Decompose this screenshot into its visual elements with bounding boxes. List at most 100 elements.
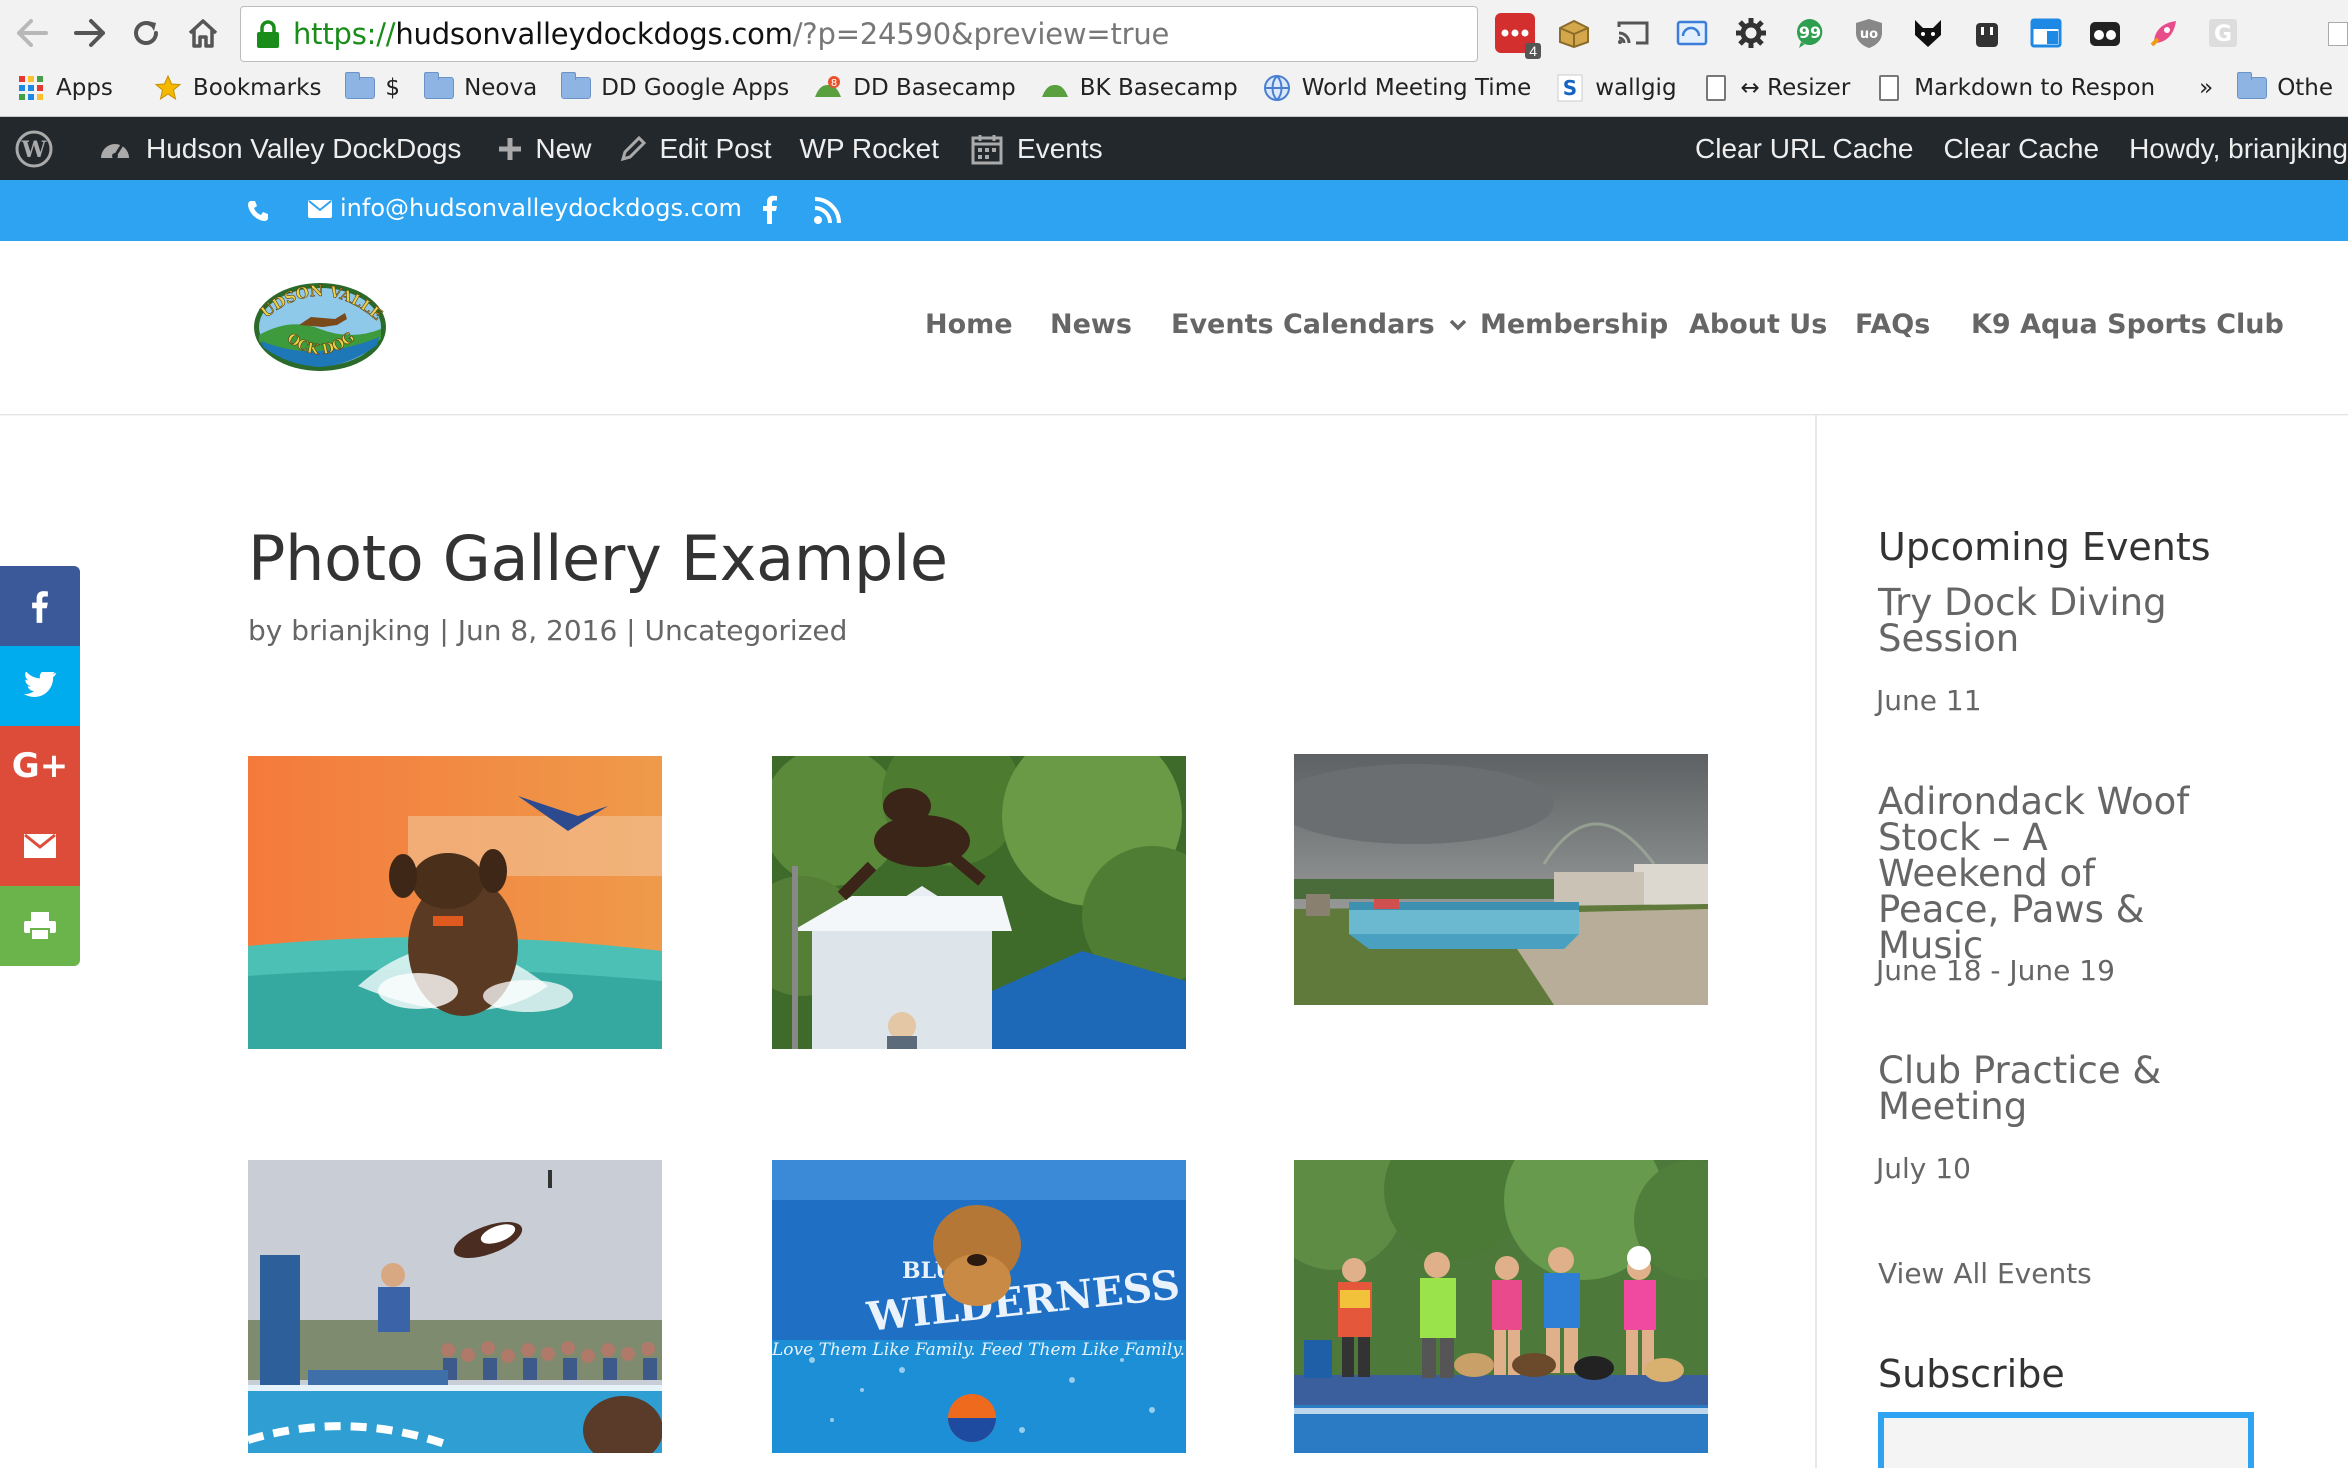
post-meta-separator: | xyxy=(617,614,645,647)
forward-arrow-icon[interactable] xyxy=(70,13,110,53)
clear-url-cache-link[interactable]: Clear URL Cache xyxy=(1681,117,1927,180)
folder-icon xyxy=(561,72,592,101)
ext-gear-icon[interactable] xyxy=(1731,13,1771,53)
ext-ublock-icon[interactable]: uo xyxy=(1849,13,1889,53)
page-icon xyxy=(1874,75,1904,101)
gallery-image-4[interactable] xyxy=(248,1160,662,1453)
nav-events-calendars-label: Events Calendars xyxy=(1171,309,1435,340)
basecamp-icon: 8 xyxy=(813,75,843,101)
wallgig-icon: S xyxy=(1555,74,1585,102)
ext-cast-icon[interactable] xyxy=(1613,13,1653,53)
ext-fox-icon[interactable] xyxy=(1908,13,1948,53)
svg-text:uo: uo xyxy=(1860,27,1878,42)
ext-box-icon[interactable] xyxy=(1554,13,1594,53)
events-link[interactable]: Events xyxy=(957,117,1117,180)
post-meta: by brianjking | Jun 8, 2016 | Uncategori… xyxy=(248,614,847,647)
gallery-image-2[interactable] xyxy=(772,756,1186,1049)
share-googleplus-button[interactable]: G+ xyxy=(0,726,80,806)
bookmark-dd-basecamp[interactable]: 8 DD Basecamp xyxy=(813,68,1016,108)
nav-about-us[interactable]: About Us xyxy=(1689,309,1827,340)
wp-logo-button[interactable]: W xyxy=(0,117,84,180)
bookmark-apps[interactable]: Apps xyxy=(16,68,113,108)
ext-glasses-icon[interactable] xyxy=(2085,13,2125,53)
nav-news[interactable]: News xyxy=(1050,309,1132,340)
site-logo[interactable]: HUDSON VALLEY DOCK DOGS xyxy=(251,279,389,375)
facebook-icon[interactable] xyxy=(762,194,778,224)
subscribe-email-input[interactable] xyxy=(1878,1412,2254,1468)
bookmark-world-meeting-time[interactable]: World Meeting Time xyxy=(1262,68,1531,108)
bookmark-markdown[interactable]: Markdown to Respon xyxy=(1874,68,2155,108)
email-icon xyxy=(23,833,57,859)
bookmark-label: » xyxy=(2199,75,2214,101)
event-date: June 11 xyxy=(1876,684,1982,717)
ext-rocket-icon[interactable] xyxy=(2144,13,2184,53)
account-menu[interactable]: Howdy, brianjking xyxy=(2113,117,2348,180)
bookmarks-overflow-button[interactable]: » xyxy=(2199,68,2213,108)
clear-url-cache-label: Clear URL Cache xyxy=(1695,132,1914,164)
ext-window-icon[interactable] xyxy=(1672,13,1712,53)
edit-post-link[interactable]: Edit Post xyxy=(605,117,785,180)
ext-plug-icon[interactable] xyxy=(1967,13,2007,53)
event-title-link[interactable]: Adirondack Woof Stock – A Weekend of Pea… xyxy=(1878,783,2208,964)
folder-icon xyxy=(345,72,376,101)
gallery-image-3[interactable] xyxy=(1294,754,1708,1005)
clear-cache-link[interactable]: Clear Cache xyxy=(1927,117,2113,180)
ext-quote-icon[interactable]: 99 xyxy=(1790,13,1830,53)
bookmark-bk-basecamp[interactable]: BK Basecamp xyxy=(1040,68,1238,108)
share-print-button[interactable] xyxy=(0,886,80,966)
svg-text:Love Them Like Family. Feed Th: Love Them Like Family. Feed Them Like Fa… xyxy=(772,1340,1185,1360)
home-icon[interactable] xyxy=(183,13,223,53)
rss-icon[interactable] xyxy=(814,196,842,224)
dashboard-icon xyxy=(98,134,132,164)
gallery-image-1[interactable] xyxy=(248,756,662,1049)
view-all-events-link[interactable]: View All Events xyxy=(1878,1257,2092,1290)
share-twitter-button[interactable] xyxy=(0,646,80,726)
folder-icon xyxy=(424,72,455,101)
bookmark-resizer[interactable]: ↔ Resizer xyxy=(1701,68,1850,108)
share-facebook-button[interactable] xyxy=(0,566,80,646)
bookmark-neova[interactable]: Neova xyxy=(424,68,537,108)
bookmark-other[interactable]: Othe xyxy=(2237,68,2333,108)
nav-events-calendars[interactable]: Events Calendars xyxy=(1171,309,1467,340)
event-title-link[interactable]: Try Dock Diving Session xyxy=(1878,584,2208,657)
bookmark-bookmarks[interactable]: Bookmarks xyxy=(153,68,321,108)
new-content-link[interactable]: New xyxy=(483,117,605,180)
bookmark-label: Apps xyxy=(56,75,113,101)
plus-icon xyxy=(497,136,523,162)
email-icon xyxy=(308,200,332,218)
nav-k9-aqua-sports-club[interactable]: K9 Aqua Sports Club xyxy=(1971,309,2284,340)
ext-lastpass-icon[interactable]: 4 xyxy=(1495,13,1541,59)
share-email-button[interactable] xyxy=(0,806,80,886)
reload-icon[interactable] xyxy=(126,13,166,53)
address-bar[interactable]: https://hudsonvalleydockdogs.com/?p=2459… xyxy=(240,6,1478,62)
gallery-image-6[interactable] xyxy=(1294,1160,1708,1453)
upcoming-events-heading: Upcoming Events xyxy=(1878,525,2211,569)
site-header: HUDSON VALLEY DOCK DOGS Home News Events… xyxy=(0,241,2348,415)
event-title-link[interactable]: Club Practice & Meeting xyxy=(1878,1052,2208,1125)
back-arrow-icon[interactable] xyxy=(12,13,52,53)
phone-icon[interactable] xyxy=(246,199,270,223)
nav-faqs[interactable]: FAQs xyxy=(1855,309,1930,340)
bookmark-dd-google-apps[interactable]: DD Google Apps xyxy=(561,68,789,108)
bookmark-wallgig[interactable]: S wallgig xyxy=(1555,68,1677,108)
page-icon xyxy=(1701,75,1731,101)
contact-email-link[interactable]: info@hudsonvalleydockdogs.com xyxy=(340,194,742,222)
new-label: New xyxy=(535,132,592,164)
gallery-image-5[interactable]: BLUE WILDERNESS Love Them Like Family. F… xyxy=(772,1160,1186,1453)
ext-badge: 4 xyxy=(1525,43,1541,59)
ext-overflow-icon[interactable] xyxy=(2328,22,2348,46)
post-title: Photo Gallery Example xyxy=(248,522,948,595)
post-meta-separator: | xyxy=(430,614,458,647)
wp-rocket-link[interactable]: WP Rocket xyxy=(786,117,954,180)
subscribe-heading: Subscribe xyxy=(1878,1352,2065,1396)
printer-icon xyxy=(23,911,57,941)
post-category-link[interactable]: Uncategorized xyxy=(645,614,848,647)
bookmark-dollar[interactable]: $ xyxy=(345,68,400,108)
nav-membership[interactable]: Membership xyxy=(1480,309,1668,340)
post-author-link[interactable]: brianjking xyxy=(291,614,430,647)
site-name-link[interactable]: Hudson Valley DockDogs xyxy=(84,117,475,180)
nav-home[interactable]: Home xyxy=(925,309,1013,340)
ext-layout-icon[interactable] xyxy=(2026,13,2066,53)
ext-grammarly-icon[interactable]: G xyxy=(2203,13,2243,53)
bookmark-label: wallgig xyxy=(1595,75,1677,101)
